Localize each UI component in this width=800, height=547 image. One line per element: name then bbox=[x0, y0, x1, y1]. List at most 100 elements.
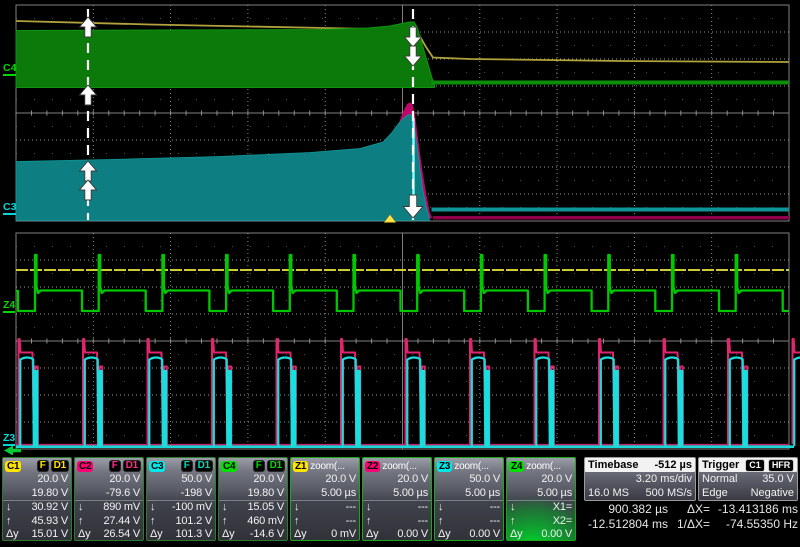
delta-y-label: Δy bbox=[222, 528, 235, 541]
c1-max: 45.93 V bbox=[31, 514, 68, 527]
inv-delta-x-value: -74.55350 Hz bbox=[725, 517, 798, 531]
max-arrow-icon: ↑ bbox=[78, 514, 84, 527]
z1-title: zoom(... bbox=[310, 460, 345, 472]
max-arrow-icon: ↑ bbox=[510, 514, 516, 527]
z2-tdiv: 5.00 µs bbox=[393, 486, 428, 499]
delta-x-label: ΔX= bbox=[686, 502, 710, 516]
c4-d1-badge: D1 bbox=[266, 460, 285, 472]
z1-tdiv: 5.00 µs bbox=[321, 486, 356, 499]
c2-offset: -79.6 V bbox=[105, 486, 140, 499]
max-arrow-icon: ↑ bbox=[294, 514, 300, 527]
oscilloscope-screen: C4 C3 Z4 Z3 C1 F D1 20.0 V 19.80 V ↓ 30.9… bbox=[0, 0, 800, 547]
trace-c4-flat bbox=[431, 80, 789, 85]
c4-min: 15.05 V bbox=[247, 501, 284, 514]
min-arrow-icon: ↓ bbox=[438, 501, 444, 514]
trigger-title: Trigger bbox=[702, 459, 740, 471]
trigger-hfr-badge: HFR bbox=[767, 458, 795, 472]
trigger-box[interactable]: Trigger C1 HFR Normal 35.0 V Edge Negative bbox=[698, 457, 798, 501]
z2-title: zoom(... bbox=[382, 460, 417, 472]
z3-title: zoom(... bbox=[454, 460, 489, 472]
c2-dy: 26.54 V bbox=[103, 528, 140, 541]
z4-dy: 0.00 V bbox=[541, 528, 572, 541]
trigger-coupling: Edge bbox=[702, 487, 728, 499]
cursor-x2-value: -12.512804 ms bbox=[587, 517, 668, 531]
c4-max: 460 mV bbox=[247, 514, 284, 527]
cursor-x1-value: 900.382 µs bbox=[608, 502, 668, 516]
z4-vdiv: 20.0 V bbox=[541, 473, 572, 485]
cursor-readout: 900.382 µs ΔX= -13.413186 ms -12.512804 … bbox=[578, 502, 798, 532]
timebase-samples: 16.0 MS bbox=[588, 487, 629, 499]
c1-offset: 19.80 V bbox=[31, 486, 68, 499]
z2-vdiv: 20.0 V bbox=[397, 473, 428, 485]
trigger-level: 35.0 V bbox=[762, 473, 794, 485]
trace-c3-envelope bbox=[15, 114, 430, 221]
trace-label-c3[interactable]: C3 bbox=[3, 202, 17, 215]
z3-dy: 0.00 V bbox=[469, 528, 500, 541]
channel-box-c4[interactable]: C4 F D1 20.0 V 19.80 V ↓ 15.05 V ↑ 460 mV … bbox=[218, 457, 288, 541]
c3-f-badge: F bbox=[180, 460, 193, 472]
delta-y-label: Δy bbox=[78, 528, 91, 541]
inv-delta-x-label: 1/ΔX= bbox=[676, 517, 710, 531]
trace-label-z4[interactable]: Z4 bbox=[3, 300, 16, 313]
delta-y-label: Δy bbox=[150, 528, 163, 541]
waveform-display[interactable] bbox=[0, 0, 800, 455]
delta-x-value: -13.413186 ms bbox=[717, 502, 798, 516]
c4-vdiv: 20.0 V bbox=[253, 473, 284, 485]
z1-min: --- bbox=[345, 501, 357, 514]
c1-badge: C1 bbox=[5, 460, 22, 472]
trace-z3 bbox=[19, 356, 800, 447]
channel-box-c1[interactable]: C1 F D1 20.0 V 19.80 V ↓ 30.92 V ↑ 45.93 V… bbox=[2, 457, 72, 541]
cursor-x2-label: X2= bbox=[552, 514, 572, 527]
min-arrow-icon: ↓ bbox=[294, 501, 300, 514]
c3-offset: -198 V bbox=[180, 486, 212, 499]
z2-min: --- bbox=[417, 501, 429, 514]
min-arrow-icon: ↓ bbox=[150, 501, 156, 514]
trace-c2-flat bbox=[433, 216, 789, 220]
delta-y-label: Δy bbox=[6, 528, 19, 541]
z4-tdiv: 5.00 µs bbox=[537, 486, 572, 499]
timebase-scale: 3.20 ms/div bbox=[635, 473, 692, 485]
delta-y-label: Δy bbox=[510, 528, 523, 541]
trace-c4-envelope bbox=[15, 21, 435, 88]
max-arrow-icon: ↑ bbox=[6, 514, 12, 527]
trigger-mode: Normal bbox=[702, 473, 738, 485]
z3-min: --- bbox=[489, 501, 501, 514]
c3-dy: 101.3 V bbox=[175, 528, 212, 541]
min-arrow-icon: ↓ bbox=[6, 501, 12, 514]
c4-offset: 19.80 V bbox=[247, 486, 284, 499]
trigger-source-badge: C1 bbox=[745, 458, 765, 472]
c2-max: 27.44 V bbox=[103, 514, 140, 527]
delta-y-label: Δy bbox=[366, 528, 379, 541]
c4-dy: -14.6 V bbox=[249, 528, 284, 541]
c1-vdiv: 20.0 V bbox=[37, 473, 68, 485]
c2-badge: C2 bbox=[77, 460, 94, 472]
c3-max: 101.2 V bbox=[175, 514, 212, 527]
zoom-box-z3[interactable]: Z3 zoom(... 50.0 V 5.00 µs ↓ --- ↑ --- Δy 0… bbox=[434, 457, 504, 541]
z1-max: --- bbox=[345, 514, 357, 527]
z2-dy: 0.00 V bbox=[397, 528, 428, 541]
timebase-box[interactable]: Timebase -512 µs 3.20 ms/div 16.0 MS 500 … bbox=[584, 457, 696, 501]
zoom-box-z4[interactable]: Z4 zoom(... 20.0 V 5.00 µs ↓ X1= ↑ X2= Δy 0… bbox=[506, 457, 576, 541]
c1-d1-badge: D1 bbox=[50, 460, 69, 472]
delta-y-label: Δy bbox=[438, 528, 451, 541]
c3-badge: C3 bbox=[149, 460, 166, 472]
timebase-rate: 500 MS/s bbox=[645, 487, 692, 499]
min-arrow-icon: ↓ bbox=[78, 501, 84, 514]
zoom-box-z2[interactable]: Z2 zoom(... 20.0 V 5.00 µs ↓ --- ↑ --- Δy 0… bbox=[362, 457, 432, 541]
channel-box-c2[interactable]: C2 F D1 20.0 V -79.6 V ↓ 890 mV ↑ 27.44 V … bbox=[74, 457, 144, 541]
z3-vdiv: 50.0 V bbox=[469, 473, 500, 485]
z4-badge: Z4 bbox=[509, 460, 525, 472]
min-arrow-icon: ↓ bbox=[366, 501, 372, 514]
min-arrow-icon: ↓ bbox=[222, 501, 228, 514]
trace-label-c4[interactable]: C4 bbox=[3, 63, 17, 76]
c4-f-badge: F bbox=[252, 460, 265, 472]
zoom-box-z1[interactable]: Z1 zoom(... 20.0 V 5.00 µs ↓ --- ↑ --- Δy 0… bbox=[290, 457, 360, 541]
trace-label-z3[interactable]: Z3 bbox=[3, 433, 16, 446]
c2-vdiv: 20.0 V bbox=[109, 473, 140, 485]
min-arrow-icon: ↓ bbox=[510, 501, 516, 514]
c1-dy: 15.01 V bbox=[31, 528, 68, 541]
z2-badge: Z2 bbox=[365, 460, 381, 472]
z4-title: zoom(... bbox=[526, 460, 561, 472]
channel-box-c3[interactable]: C3 F D1 50.0 V -198 V ↓ -100 mV ↑ 101.2 V … bbox=[146, 457, 216, 541]
z1-badge: Z1 bbox=[293, 460, 309, 472]
